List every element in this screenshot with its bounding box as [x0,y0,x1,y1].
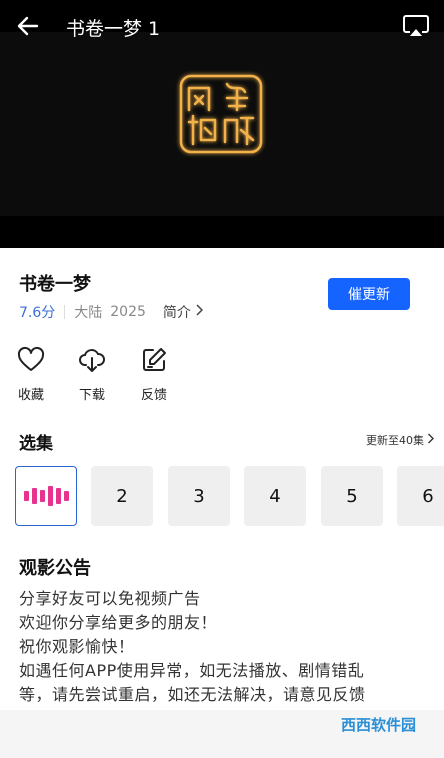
notice-line: 等，请先尝试重启，如还无法解决，请意见反馈 [19,685,366,704]
chevron-right-icon [427,433,434,447]
arrow-left-icon [17,15,39,41]
watermark: 西西软件园 [340,716,416,734]
download-label: 下载 [78,388,105,403]
show-meta: 7.6分 大陆 2025 简介 [19,302,203,322]
episode-item-2[interactable]: 2 [91,466,153,526]
episodes-more-link[interactable]: 更新至40集 [366,432,434,448]
screen-cast-icon [402,14,430,42]
download-button[interactable]: 下载 [67,346,117,403]
notice-body: 分享好友可以免视频广告 欢迎你分享给更多的朋友！ 祝你观影愉快！ 如遇任何APP… [19,587,444,707]
feedback-button[interactable]: 反馈 [129,346,179,403]
chevron-right-icon [195,304,203,320]
divider [64,305,66,319]
episode-item-3[interactable]: 3 [168,466,230,526]
region: 大陆 [74,305,103,321]
heart-icon [17,346,45,378]
video-player[interactable]: 书卷一梦 1 [0,0,444,248]
cloud-download-icon [78,346,106,378]
video-title: 书卷一梦 1 [66,18,161,40]
episode-item-5[interactable]: 5 [321,466,383,526]
notice-line: 分享好友可以免视频广告 [19,589,201,608]
urge-update-button[interactable]: 催更新 [328,278,410,310]
brand-logo [175,70,267,158]
rating: 7.6分 [19,305,56,321]
notice-line: 欢迎你分享给更多的朋友！ [19,613,218,632]
episode-item-1[interactable] [15,466,77,526]
feedback-label: 反馈 [140,388,167,403]
episode-item-4[interactable]: 4 [244,466,306,526]
favorite-button[interactable]: 收藏 [6,346,56,403]
screen-cast-button[interactable] [400,12,432,44]
intro-label: 简介 [162,305,191,321]
notice-heading: 观影公告 [19,558,91,579]
notice-line: 祝你观影愉快！ [19,637,135,656]
year: 2025 [110,304,146,320]
episodes-more-label: 更新至40集 [366,434,424,447]
playing-bars-icon [23,486,69,506]
episode-list: 2 3 4 5 6 [15,466,444,526]
back-button[interactable] [12,12,44,44]
edit-icon [140,346,168,378]
episode-item-6[interactable]: 6 [397,466,444,526]
notice-line: 如遇任何APP使用异常，如无法播放、剧情错乱 [19,661,365,680]
episodes-heading: 选集 [19,434,53,454]
action-bar: 收藏 下载 反馈 [0,346,444,403]
intro-link[interactable]: 简介 [163,302,203,322]
favorite-label: 收藏 [17,388,44,403]
show-title: 书卷一梦 [19,274,91,295]
